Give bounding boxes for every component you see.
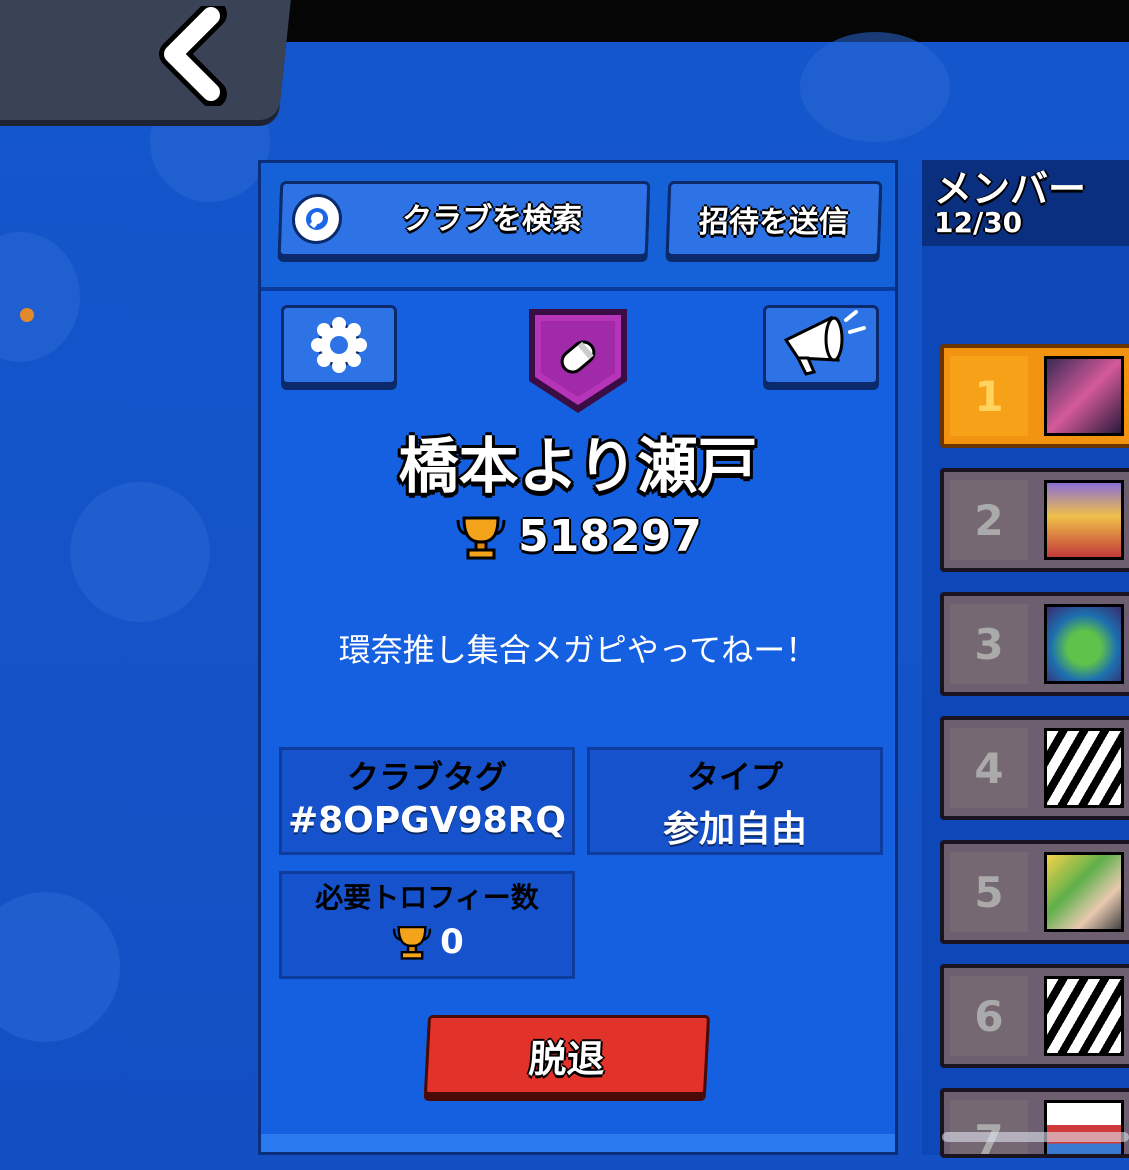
club-panel: クラブを検索 招待を送信 橋本より瀬戸 518297 環奈推し集合メガピやってね… bbox=[258, 160, 898, 1155]
required-trophies-box: 必要トロフィー数 0 bbox=[279, 871, 575, 979]
club-tag-box: クラブタグ #8OPGV98RQ bbox=[279, 747, 575, 855]
club-tag-label: クラブタグ bbox=[346, 758, 507, 796]
club-type-value: 参加自由 bbox=[662, 809, 807, 850]
member-rank: 6 bbox=[950, 976, 1028, 1056]
member-avatar bbox=[1044, 976, 1124, 1056]
gear-icon bbox=[311, 317, 367, 373]
club-type-box: タイプ 参加自由 bbox=[587, 747, 883, 855]
announcement-button[interactable] bbox=[763, 305, 879, 385]
club-trophies: 518297 bbox=[261, 511, 895, 562]
members-panel: メンバー 12/30 1 2 3 4 5 6 7 bbox=[922, 160, 1129, 1158]
send-invite-button[interactable]: 招待を送信 bbox=[665, 181, 883, 257]
member-row[interactable]: 3 bbox=[940, 592, 1129, 696]
background-skull-icon bbox=[0, 892, 120, 1042]
back-button-bg bbox=[0, 0, 292, 120]
member-row[interactable]: 5 bbox=[940, 840, 1129, 944]
member-avatar bbox=[1044, 604, 1124, 684]
club-tag-value: #8OPGV98RQ bbox=[287, 800, 567, 841]
member-row[interactable]: 4 bbox=[940, 716, 1129, 820]
background-skull-icon bbox=[70, 482, 210, 622]
notification-dot bbox=[20, 308, 34, 322]
club-description: 環奈推し集合メガピやってねー！ bbox=[338, 631, 818, 669]
member-avatar bbox=[1044, 480, 1124, 560]
member-rank: 2 bbox=[950, 480, 1028, 560]
club-type-label: タイプ bbox=[686, 758, 783, 796]
member-row[interactable]: 1 bbox=[940, 344, 1129, 448]
trophy-count: 518297 bbox=[518, 511, 702, 562]
members-scrollbar[interactable] bbox=[942, 1132, 1129, 1142]
members-title: メンバー bbox=[934, 167, 1087, 211]
club-name: 橋本より瀬戸 bbox=[398, 432, 758, 502]
trophy-icon bbox=[392, 925, 432, 960]
background-skull-icon bbox=[0, 232, 80, 362]
member-row[interactable]: 6 bbox=[940, 964, 1129, 1068]
member-rank: 3 bbox=[950, 604, 1028, 684]
member-rank: 7 bbox=[950, 1100, 1028, 1154]
member-row[interactable]: 7 bbox=[940, 1088, 1129, 1158]
panel-footer bbox=[261, 1134, 895, 1152]
search-club-button[interactable]: クラブを検索 bbox=[277, 181, 651, 257]
required-trophies-row: 0 bbox=[282, 922, 572, 962]
club-badge-icon bbox=[529, 309, 627, 413]
chevron-left-icon bbox=[159, 6, 227, 106]
member-avatar bbox=[1044, 356, 1124, 436]
settings-button[interactable] bbox=[281, 305, 397, 385]
megaphone-icon bbox=[783, 310, 866, 376]
members-header: メンバー 12/30 bbox=[922, 160, 1129, 246]
member-row[interactable]: 2 bbox=[940, 468, 1129, 572]
leave-club-label: 脱退 bbox=[527, 1036, 606, 1081]
member-rank: 1 bbox=[950, 356, 1028, 436]
members-count: 12/30 bbox=[934, 206, 1023, 239]
required-trophies-label: 必要トロフィー数 bbox=[315, 881, 539, 914]
member-rank: 4 bbox=[950, 728, 1028, 808]
required-trophies-value: 0 bbox=[440, 922, 464, 962]
member-avatar bbox=[1044, 728, 1124, 808]
send-invite-label: 招待を送信 bbox=[698, 205, 850, 240]
panel-header: クラブを検索 招待を送信 bbox=[261, 163, 895, 291]
leave-club-button[interactable]: 脱退 bbox=[423, 1015, 711, 1095]
trophy-icon bbox=[456, 516, 506, 559]
member-avatar bbox=[1044, 1100, 1124, 1154]
background-skull-icon bbox=[800, 32, 950, 142]
search-club-label: クラブを検索 bbox=[401, 202, 583, 237]
search-icon bbox=[291, 194, 343, 244]
member-avatar bbox=[1044, 852, 1124, 932]
member-rank: 5 bbox=[950, 852, 1028, 932]
